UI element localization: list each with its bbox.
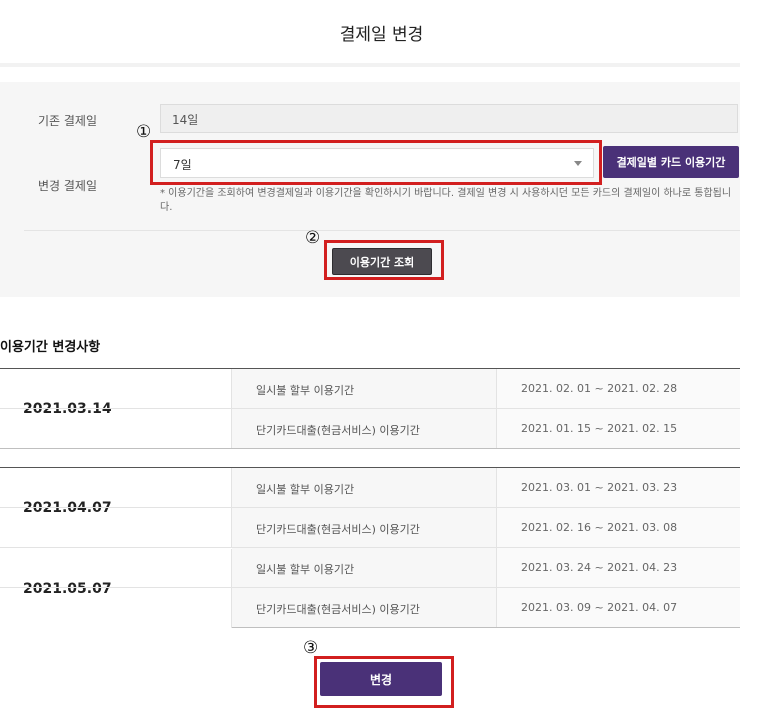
- table-row: 단기카드대출(현금서비스) 이용기간 2021. 02. 16 ~ 2021. …: [0, 508, 740, 548]
- highlight-box-3: [314, 656, 454, 708]
- period-type: 단기카드대출(현금서비스) 이용기간: [232, 508, 496, 547]
- period-type: 일시불 할부 이용기간: [232, 468, 496, 507]
- current-date-label: 기존 결제일: [38, 114, 98, 128]
- period-range: 2021. 03. 01 ~ 2021. 03. 23: [496, 468, 740, 507]
- period-table-2: 2021.04.07 2021.05.07 일시불 할부 이용기간 2021. …: [0, 467, 740, 628]
- period-range: 2021. 03. 09 ~ 2021. 04. 07: [496, 588, 740, 627]
- page-title: 결제일 변경: [339, 25, 424, 45]
- section-title: 이용기간 변경사항: [0, 340, 101, 355]
- period-type: 단기카드대출(현금서비스) 이용기간: [232, 409, 496, 448]
- notice-text: * 이용기간을 조회하여 변경결제일과 이용기간을 확인하시기 바랍니다. 결제…: [160, 188, 732, 213]
- current-date-field: 14일: [160, 104, 738, 133]
- highlight-box-2: [324, 240, 444, 280]
- title-divider: [0, 63, 740, 67]
- annotation-marker-2: ②: [305, 228, 321, 248]
- period-type: 일시불 할부 이용기간: [232, 548, 496, 587]
- table-row: 일시불 할부 이용기간 2021. 03. 01 ~ 2021. 03. 23: [0, 468, 740, 508]
- period-range: 2021. 02. 01 ~ 2021. 02. 28: [496, 369, 740, 408]
- annotation-marker-3: ③: [303, 638, 319, 658]
- table-row: 일시불 할부 이용기간 2021. 03. 24 ~ 2021. 04. 23: [0, 548, 740, 588]
- form-divider: [24, 230, 740, 231]
- period-type: 단기카드대출(현금서비스) 이용기간: [232, 588, 496, 627]
- highlight-box-1: [150, 140, 602, 185]
- table-row: 단기카드대출(현금서비스) 이용기간 2021. 01. 15 ~ 2021. …: [0, 409, 740, 448]
- period-range: 2021. 02. 16 ~ 2021. 03. 08: [496, 508, 740, 547]
- card-period-by-date-button[interactable]: 결제일별 카드 이용기간: [603, 146, 739, 178]
- period-range: 2021. 01. 15 ~ 2021. 02. 15: [496, 409, 740, 448]
- table-row: 일시불 할부 이용기간 2021. 02. 01 ~ 2021. 02. 28: [0, 369, 740, 409]
- period-range: 2021. 03. 24 ~ 2021. 04. 23: [496, 548, 740, 587]
- new-date-label: 변경 결제일: [38, 179, 98, 193]
- period-type: 일시불 할부 이용기간: [232, 369, 496, 408]
- annotation-marker-1: ①: [136, 122, 152, 142]
- table-row: 단기카드대출(현금서비스) 이용기간 2021. 03. 09 ~ 2021. …: [0, 588, 740, 627]
- period-table-1: 2021.03.14 일시불 할부 이용기간 2021. 02. 01 ~ 20…: [0, 368, 740, 449]
